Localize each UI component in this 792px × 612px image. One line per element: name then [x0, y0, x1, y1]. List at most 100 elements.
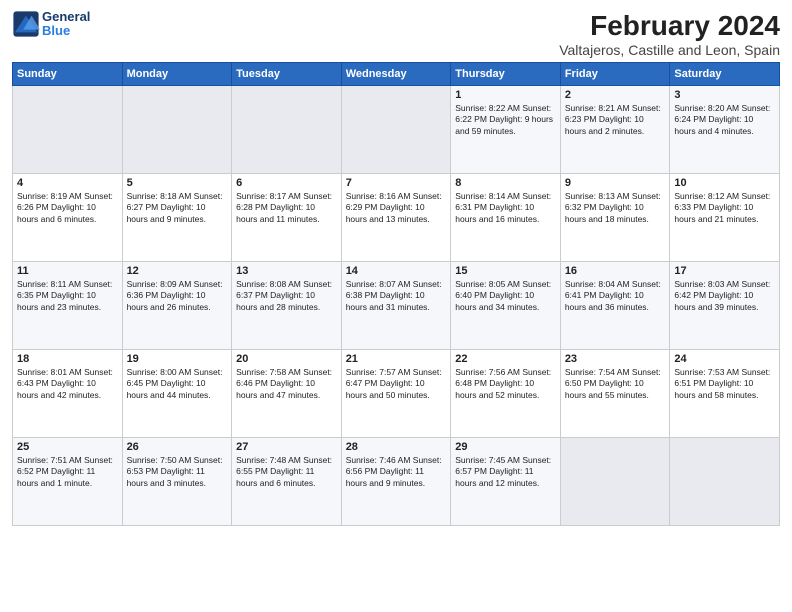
day-number: 21: [346, 353, 447, 365]
table-row: 23 Sunrise: 7:54 AM Sunset: 6:50 PM Dayli…: [560, 350, 670, 438]
logo-line1: General: [42, 10, 90, 24]
table-row: [122, 86, 232, 174]
day-number: 5: [127, 177, 228, 189]
day-info: Sunrise: 7:50 AM Sunset: 6:53 PM Dayligh…: [127, 455, 228, 489]
header-sunday: Sunday: [13, 63, 123, 86]
calendar-header: Sunday Monday Tuesday Wednesday Thursday…: [13, 63, 780, 86]
day-info: Sunrise: 8:17 AM Sunset: 6:28 PM Dayligh…: [236, 191, 337, 225]
day-info: Sunrise: 7:51 AM Sunset: 6:52 PM Dayligh…: [17, 455, 118, 489]
month-title: February 2024: [559, 10, 780, 42]
day-info: Sunrise: 8:07 AM Sunset: 6:38 PM Dayligh…: [346, 279, 447, 313]
table-row: 16Sunrise: 8:04 AM Sunset: 6:41 PM Dayli…: [560, 262, 670, 350]
day-info: Sunrise: 8:14 AM Sunset: 6:31 PM Dayligh…: [455, 191, 556, 225]
table-row: 26 Sunrise: 7:50 AM Sunset: 6:53 PM Dayli…: [122, 438, 232, 526]
header-thursday: Thursday: [451, 63, 561, 86]
header-friday: Friday: [560, 63, 670, 86]
table-row: [670, 438, 780, 526]
day-number: 14: [346, 265, 447, 277]
day-number: 28: [346, 441, 447, 453]
table-row: 11Sunrise: 8:11 AM Sunset: 6:35 PM Dayli…: [13, 262, 123, 350]
table-row: 5 Sunrise: 8:18 AM Sunset: 6:27 PM Daylig…: [122, 174, 232, 262]
day-info: Sunrise: 8:22 AM Sunset: 6:22 PM Dayligh…: [455, 103, 556, 137]
day-info: Sunrise: 8:20 AM Sunset: 6:24 PM Dayligh…: [674, 103, 775, 137]
day-number: 17: [674, 265, 775, 277]
table-row: [560, 438, 670, 526]
day-info: Sunrise: 7:46 AM Sunset: 6:56 PM Dayligh…: [346, 455, 447, 489]
day-number: 22: [455, 353, 556, 365]
day-number: 25: [17, 441, 118, 453]
table-row: 25 Sunrise: 7:51 AM Sunset: 6:52 PM Dayli…: [13, 438, 123, 526]
header: General Blue February 2024 Valtajeros, C…: [12, 10, 780, 58]
table-row: 19 Sunrise: 8:00 AM Sunset: 6:45 PM Dayli…: [122, 350, 232, 438]
day-number: 12: [127, 265, 228, 277]
day-info: Sunrise: 7:54 AM Sunset: 6:50 PM Dayligh…: [565, 367, 666, 401]
table-row: 9Sunrise: 8:13 AM Sunset: 6:32 PM Daylig…: [560, 174, 670, 262]
table-row: 27 Sunrise: 7:48 AM Sunset: 6:55 PM Dayli…: [232, 438, 342, 526]
day-number: 8: [455, 177, 556, 189]
table-row: [232, 86, 342, 174]
logo-line2: Blue: [42, 24, 90, 38]
day-number: 26: [127, 441, 228, 453]
day-info: Sunrise: 7:56 AM Sunset: 6:48 PM Dayligh…: [455, 367, 556, 401]
title-block: February 2024 Valtajeros, Castille and L…: [559, 10, 780, 58]
day-number: 27: [236, 441, 337, 453]
day-number: 9: [565, 177, 666, 189]
day-number: 20: [236, 353, 337, 365]
page-container: General Blue February 2024 Valtajeros, C…: [0, 0, 792, 534]
table-row: 1 Sunrise: 8:22 AM Sunset: 6:22 PM Daylig…: [451, 86, 561, 174]
day-info: Sunrise: 8:05 AM Sunset: 6:40 PM Dayligh…: [455, 279, 556, 313]
day-number: 4: [17, 177, 118, 189]
table-row: 29 Sunrise: 7:45 AM Sunset: 6:57 PM Dayli…: [451, 438, 561, 526]
table-row: 8 Sunrise: 8:14 AM Sunset: 6:31 PM Daylig…: [451, 174, 561, 262]
day-info: Sunrise: 7:58 AM Sunset: 6:46 PM Dayligh…: [236, 367, 337, 401]
day-number: 29: [455, 441, 556, 453]
day-info: Sunrise: 8:18 AM Sunset: 6:27 PM Dayligh…: [127, 191, 228, 225]
logo-icon: [12, 10, 40, 38]
day-number: 7: [346, 177, 447, 189]
location-title: Valtajeros, Castille and Leon, Spain: [559, 42, 780, 58]
day-info: Sunrise: 8:11 AM Sunset: 6:35 PM Dayligh…: [17, 279, 118, 313]
day-info: Sunrise: 7:57 AM Sunset: 6:47 PM Dayligh…: [346, 367, 447, 401]
day-info: Sunrise: 8:09 AM Sunset: 6:36 PM Dayligh…: [127, 279, 228, 313]
header-monday: Monday: [122, 63, 232, 86]
day-number: 16: [565, 265, 666, 277]
header-wednesday: Wednesday: [341, 63, 451, 86]
table-row: 18Sunrise: 8:01 AM Sunset: 6:43 PM Dayli…: [13, 350, 123, 438]
day-number: 23: [565, 353, 666, 365]
table-row: 12 Sunrise: 8:09 AM Sunset: 6:36 PM Dayli…: [122, 262, 232, 350]
table-row: 14 Sunrise: 8:07 AM Sunset: 6:38 PM Dayli…: [341, 262, 451, 350]
day-info: Sunrise: 8:00 AM Sunset: 6:45 PM Dayligh…: [127, 367, 228, 401]
calendar-body: 1 Sunrise: 8:22 AM Sunset: 6:22 PM Daylig…: [13, 86, 780, 526]
day-number: 1: [455, 89, 556, 101]
table-row: 13 Sunrise: 8:08 AM Sunset: 6:37 PM Dayli…: [232, 262, 342, 350]
day-number: 15: [455, 265, 556, 277]
table-row: 10 Sunrise: 8:12 AM Sunset: 6:33 PM Dayli…: [670, 174, 780, 262]
table-row: 7 Sunrise: 8:16 AM Sunset: 6:29 PM Daylig…: [341, 174, 451, 262]
table-row: [341, 86, 451, 174]
day-number: 19: [127, 353, 228, 365]
day-number: 13: [236, 265, 337, 277]
day-info: Sunrise: 8:19 AM Sunset: 6:26 PM Dayligh…: [17, 191, 118, 225]
day-info: Sunrise: 7:48 AM Sunset: 6:55 PM Dayligh…: [236, 455, 337, 489]
table-row: 17 Sunrise: 8:03 AM Sunset: 6:42 PM Dayli…: [670, 262, 780, 350]
table-row: 2Sunrise: 8:21 AM Sunset: 6:23 PM Daylig…: [560, 86, 670, 174]
day-number: 10: [674, 177, 775, 189]
table-row: 4 Sunrise: 8:19 AM Sunset: 6:26 PM Daylig…: [13, 174, 123, 262]
day-info: Sunrise: 8:01 AM Sunset: 6:43 PM Dayligh…: [17, 367, 118, 401]
day-info: Sunrise: 8:12 AM Sunset: 6:33 PM Dayligh…: [674, 191, 775, 225]
logo: General Blue: [12, 10, 90, 39]
calendar-table: Sunday Monday Tuesday Wednesday Thursday…: [12, 62, 780, 526]
header-saturday: Saturday: [670, 63, 780, 86]
day-info: Sunrise: 8:16 AM Sunset: 6:29 PM Dayligh…: [346, 191, 447, 225]
header-tuesday: Tuesday: [232, 63, 342, 86]
day-number: 24: [674, 353, 775, 365]
day-info: Sunrise: 7:45 AM Sunset: 6:57 PM Dayligh…: [455, 455, 556, 489]
table-row: 3Sunrise: 8:20 AM Sunset: 6:24 PM Daylig…: [670, 86, 780, 174]
table-row: 6Sunrise: 8:17 AM Sunset: 6:28 PM Daylig…: [232, 174, 342, 262]
day-info: Sunrise: 8:03 AM Sunset: 6:42 PM Dayligh…: [674, 279, 775, 313]
day-info: Sunrise: 8:08 AM Sunset: 6:37 PM Dayligh…: [236, 279, 337, 313]
table-row: 21 Sunrise: 7:57 AM Sunset: 6:47 PM Dayli…: [341, 350, 451, 438]
table-row: 28 Sunrise: 7:46 AM Sunset: 6:56 PM Dayli…: [341, 438, 451, 526]
table-row: 15 Sunrise: 8:05 AM Sunset: 6:40 PM Dayli…: [451, 262, 561, 350]
day-number: 2: [565, 89, 666, 101]
